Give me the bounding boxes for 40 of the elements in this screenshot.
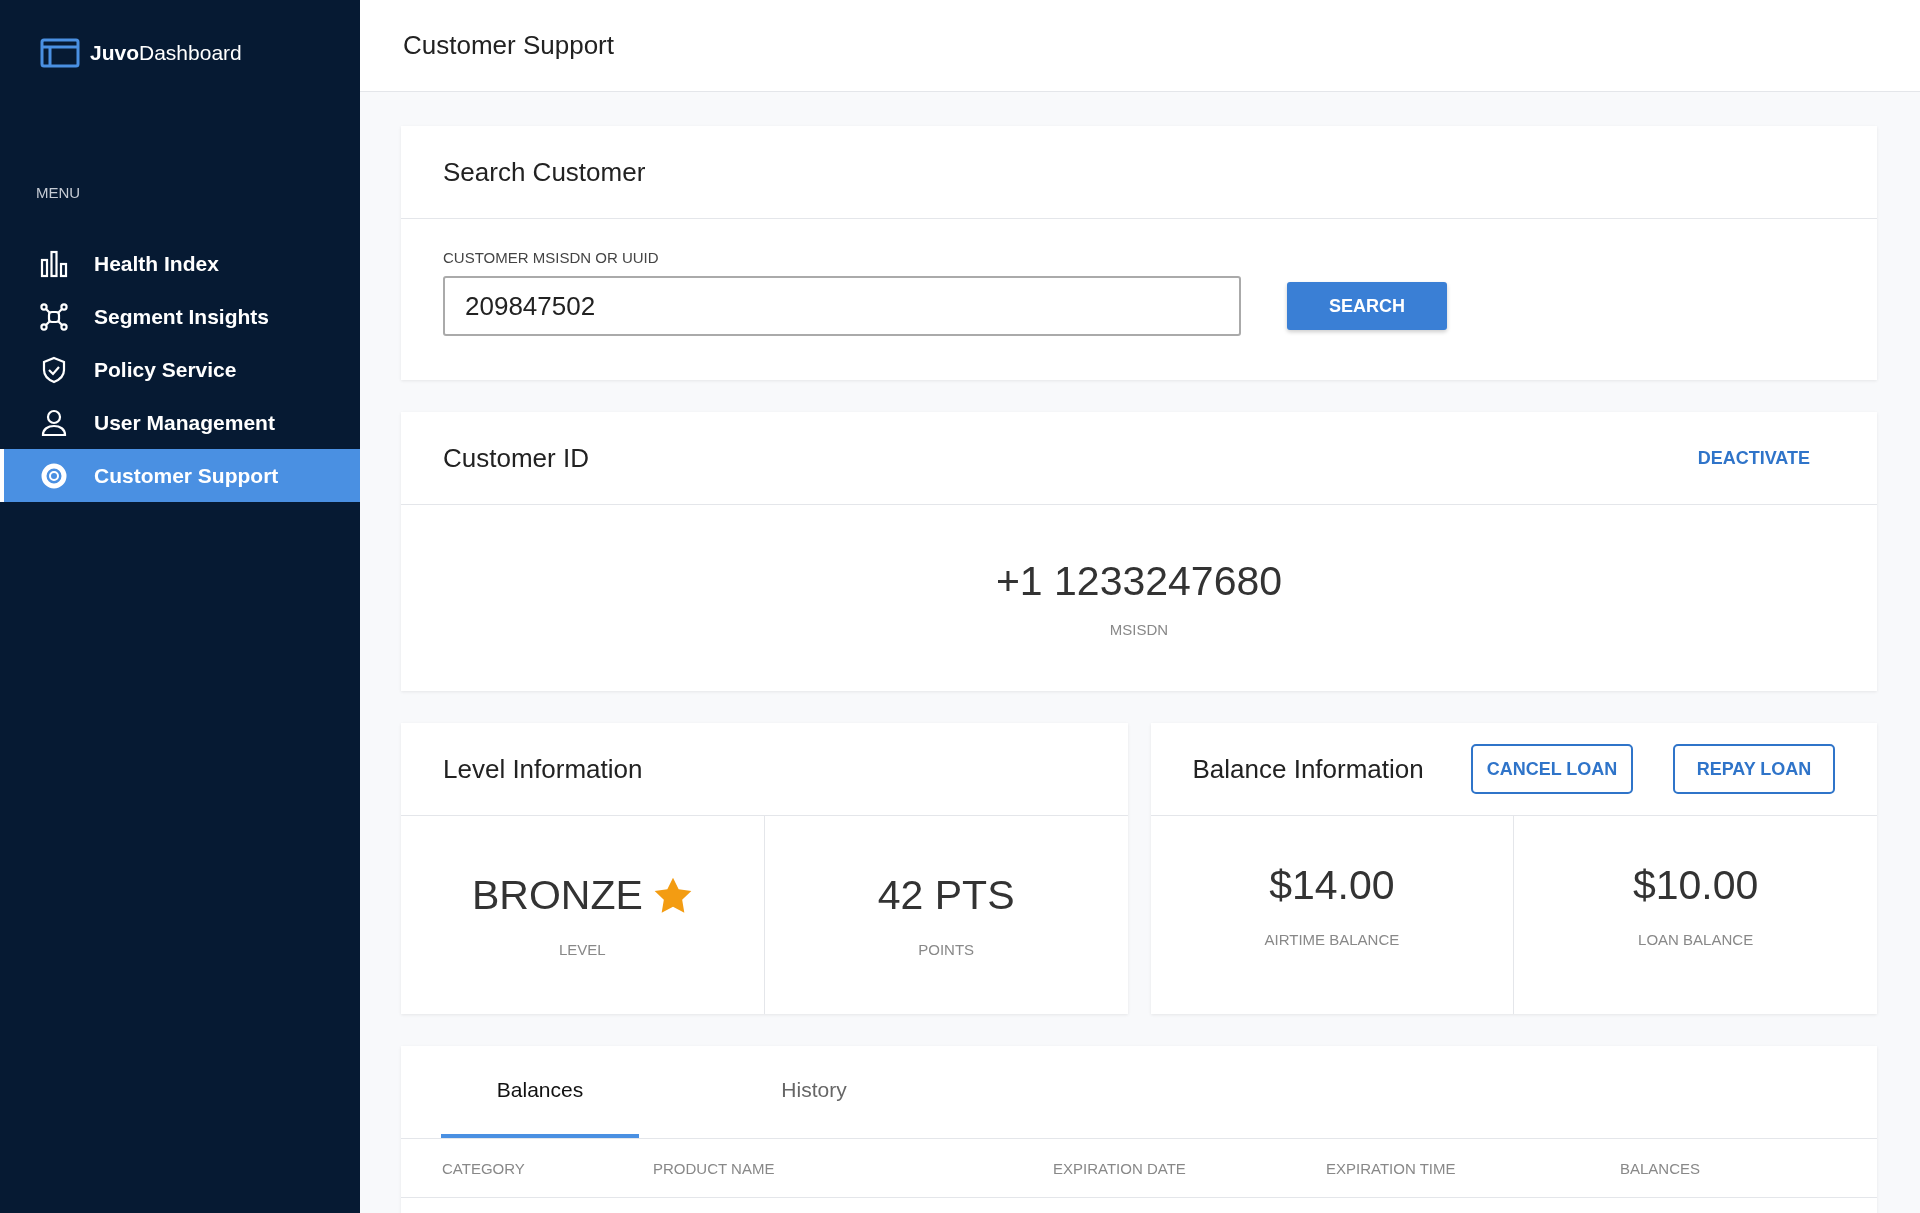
nav-item[interactable]: Policy Service [0,343,360,396]
stat-value: $10.00 [1632,862,1759,909]
stat-label: LOAN BALANCE [1638,931,1754,948]
stat-label: LEVEL [559,941,606,958]
network-icon [40,302,68,331]
loan-button[interactable]: REPAY LOAN [1673,744,1835,794]
stat-label: AIRTIME BALANCE [1264,931,1400,948]
tab[interactable]: Balances [441,1046,639,1138]
field-label: CUSTOMER MSISDN OR UUID [443,249,660,266]
user-icon [40,408,68,437]
bar-chart-icon [40,249,68,278]
column-header: PRODUCT NAME [653,1159,776,1177]
card-title: Customer ID [443,442,589,474]
card-title: Level Information [443,753,643,785]
tab[interactable]: History [715,1046,913,1138]
msisdn-value: +1 1233247680 [995,558,1283,605]
column-header: EXPIRATION TIME [1326,1159,1457,1177]
search-button[interactable]: SEARCH [1287,282,1447,330]
loan-button[interactable]: CANCEL LOAN [1471,744,1633,794]
stat-value: $14.00 [1269,862,1395,909]
nav-item[interactable]: User Management [0,396,360,449]
window-icon [40,38,80,68]
page-title: Customer Support [403,30,614,61]
shield-check-icon [40,355,68,384]
deactivate-link[interactable]: DEACTIVATE [1697,447,1810,469]
app-logo-text: JuvoDashboard [90,41,242,65]
lifebuoy-icon [40,461,68,490]
column-header: BALANCES [1620,1159,1702,1177]
card-title: Search Customer [443,156,646,188]
card-title: Balance Information [1192,753,1424,785]
column-header: CATEGORY [442,1159,526,1177]
column-header: EXPIRATION DATE [1053,1159,1187,1177]
menu-label: MENU [36,184,82,201]
nav-item[interactable]: Health Index [0,237,360,290]
stat-label: MSISDN [1109,621,1169,638]
stat-value: 42 PTS [877,872,1015,919]
stat-label: POINTS [918,941,975,958]
search-field[interactable]: 209847502 [443,276,1241,336]
stat-value: BRONZE [471,872,643,919]
nav-item[interactable]: Segment Insights [0,290,360,343]
